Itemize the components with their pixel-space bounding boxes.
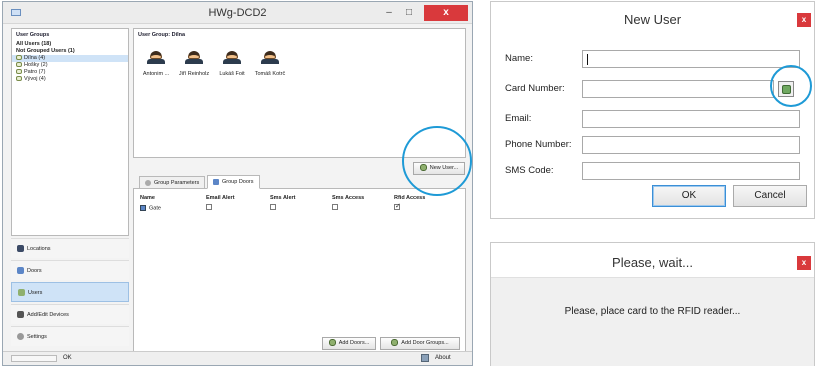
nav-locations[interactable]: Locations: [11, 238, 129, 258]
user-card[interactable]: Antonim ...: [136, 51, 176, 77]
table-row[interactable]: Gate: [140, 202, 454, 214]
ok-button[interactable]: OK: [652, 185, 726, 207]
door-icon: [213, 178, 219, 185]
cancel-button[interactable]: Cancel: [733, 185, 807, 207]
sms-code-label: SMS Code:: [505, 165, 554, 176]
col-rfid-access: Rfid Access: [394, 195, 426, 201]
sms-access-checkbox[interactable]: [332, 204, 338, 210]
group-icon: [16, 55, 22, 61]
user-name: Jiří Reinholz: [178, 71, 210, 77]
add-doors-button[interactable]: Add Doors...: [322, 337, 376, 350]
user-icon: [188, 51, 200, 59]
text-caret: [587, 54, 588, 65]
email-field[interactable]: [582, 110, 800, 128]
status-text: OK: [63, 355, 72, 361]
tree-item-patro[interactable]: Patro (7): [12, 69, 128, 76]
col-sms-alert: Sms Alert: [270, 195, 296, 201]
group-doors-panel: Name Email Alert Sms Alert Sms Access Rf…: [133, 188, 466, 353]
tree-item-vyvoj[interactable]: Vývoj (4): [12, 76, 128, 83]
name-field[interactable]: [582, 50, 800, 68]
wait-message: Please, place card to the RFID reader...: [564, 306, 741, 317]
nav-add-edit-devices[interactable]: Add/Edit Devices: [11, 304, 129, 324]
gear-icon: [145, 179, 151, 186]
tree-item-label: Patro (7): [24, 69, 46, 75]
main-window: HWg-DCD2 – □ x User Groups All Users (18…: [2, 1, 473, 366]
group-icon: [16, 76, 22, 82]
close-button[interactable]: x: [424, 5, 468, 21]
tab-group-doors[interactable]: Group Doors: [207, 175, 260, 189]
nav-doors[interactable]: Doors: [11, 260, 129, 280]
user-card[interactable]: Jiří Reinholz: [174, 51, 214, 77]
wait-dialog-body: Please, place card to the RFID reader...: [491, 277, 814, 366]
new-user-dialog: New User x Name: Card Number: Email: Pho…: [490, 1, 815, 219]
user-icon: [226, 51, 238, 59]
dialog-close-button[interactable]: x: [797, 13, 811, 27]
phone-number-field[interactable]: [582, 136, 800, 154]
nav-settings[interactable]: Settings: [11, 326, 129, 346]
nav-users[interactable]: Users: [11, 282, 129, 302]
wait-dialog-close-button[interactable]: x: [797, 256, 811, 270]
help-icon: [421, 354, 429, 362]
col-email-alert: Email Alert: [206, 195, 235, 201]
add-icon: [391, 339, 399, 347]
title-bar: HWg-DCD2 – □ x: [3, 2, 472, 24]
phone-number-label: Phone Number:: [505, 139, 572, 150]
user-card[interactable]: Tomáš Kotrč: [250, 51, 290, 77]
user-name: Tomáš Kotrč: [254, 71, 286, 77]
card-number-field[interactable]: [582, 80, 774, 98]
user-card[interactable]: Lukáš Foit: [212, 51, 252, 77]
device-icon: [17, 311, 24, 319]
door-icon: [140, 204, 146, 211]
add-door-groups-button[interactable]: Add Door Groups...: [380, 337, 460, 350]
progress-bar: [11, 355, 57, 362]
user-group-header: User Group: Dílna: [138, 32, 186, 38]
user-icon: [264, 51, 276, 59]
col-name: Name: [140, 195, 155, 201]
group-icon: [16, 62, 22, 68]
email-alert-checkbox[interactable]: [206, 204, 212, 210]
location-icon: [17, 245, 24, 253]
tabs-area: Group Parameters Group Doors Name Email …: [133, 173, 466, 353]
tree-item-hosky[interactable]: Hošky (2): [12, 62, 128, 69]
card-number-label: Card Number:: [505, 83, 565, 94]
please-wait-dialog: Please, wait... x Please, place card to …: [490, 242, 815, 366]
dialog-title: New User: [623, 12, 682, 27]
minimize-button[interactable]: –: [380, 5, 398, 21]
name-label: Name:: [505, 53, 533, 64]
about-link[interactable]: About: [435, 355, 451, 361]
tree-item-label: Hošky (2): [24, 62, 48, 68]
tree-item-not-grouped[interactable]: Not Grouped Users (1): [12, 48, 128, 55]
user-icon: [150, 51, 162, 59]
status-bar: OK About: [3, 351, 472, 365]
user-name: Antonim ...: [142, 71, 170, 77]
users-icon: [18, 289, 25, 297]
rfid-access-checkbox[interactable]: [394, 202, 401, 210]
door-name: Gate: [149, 205, 161, 212]
wait-dialog-title: Please, wait...: [612, 255, 693, 270]
doors-table: Name Email Alert Sms Alert Sms Access Rf…: [140, 194, 454, 214]
tree-item-dilna[interactable]: Dílna (4): [12, 55, 128, 62]
user-groups-tree[interactable]: User Groups All Users (18) Not Grouped U…: [11, 28, 129, 236]
tree-item-label: Vývoj (4): [24, 76, 46, 82]
email-label: Email:: [505, 113, 532, 124]
sms-alert-checkbox[interactable]: [270, 204, 276, 210]
sms-code-field[interactable]: [582, 162, 800, 180]
user-groups-header: User Groups: [16, 32, 50, 38]
add-icon: [328, 339, 336, 347]
highlight-circle: [402, 126, 472, 196]
group-icon: [16, 69, 22, 75]
gear-icon: [17, 333, 24, 341]
user-name: Lukáš Foit: [219, 71, 245, 77]
user-list: Antonim ... Jiří Reinholz Lukáš Foit Tom…: [134, 51, 465, 91]
highlight-circle: [770, 65, 812, 107]
tree-item-all-users[interactable]: All Users (18): [12, 41, 128, 48]
maximize-button[interactable]: □: [400, 5, 418, 21]
door-icon: [17, 267, 24, 275]
tree-item-label: Dílna (4): [24, 55, 46, 61]
col-sms-access: Sms Access: [332, 195, 365, 201]
